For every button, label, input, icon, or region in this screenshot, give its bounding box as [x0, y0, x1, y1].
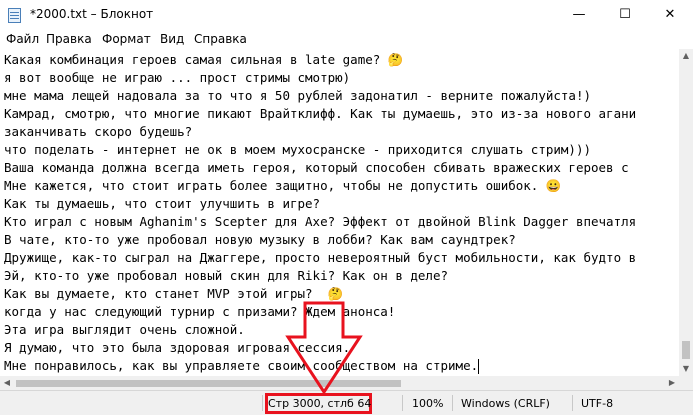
annotation-down-arrow-icon [285, 301, 363, 395]
annotation-overlay [285, 301, 363, 395]
